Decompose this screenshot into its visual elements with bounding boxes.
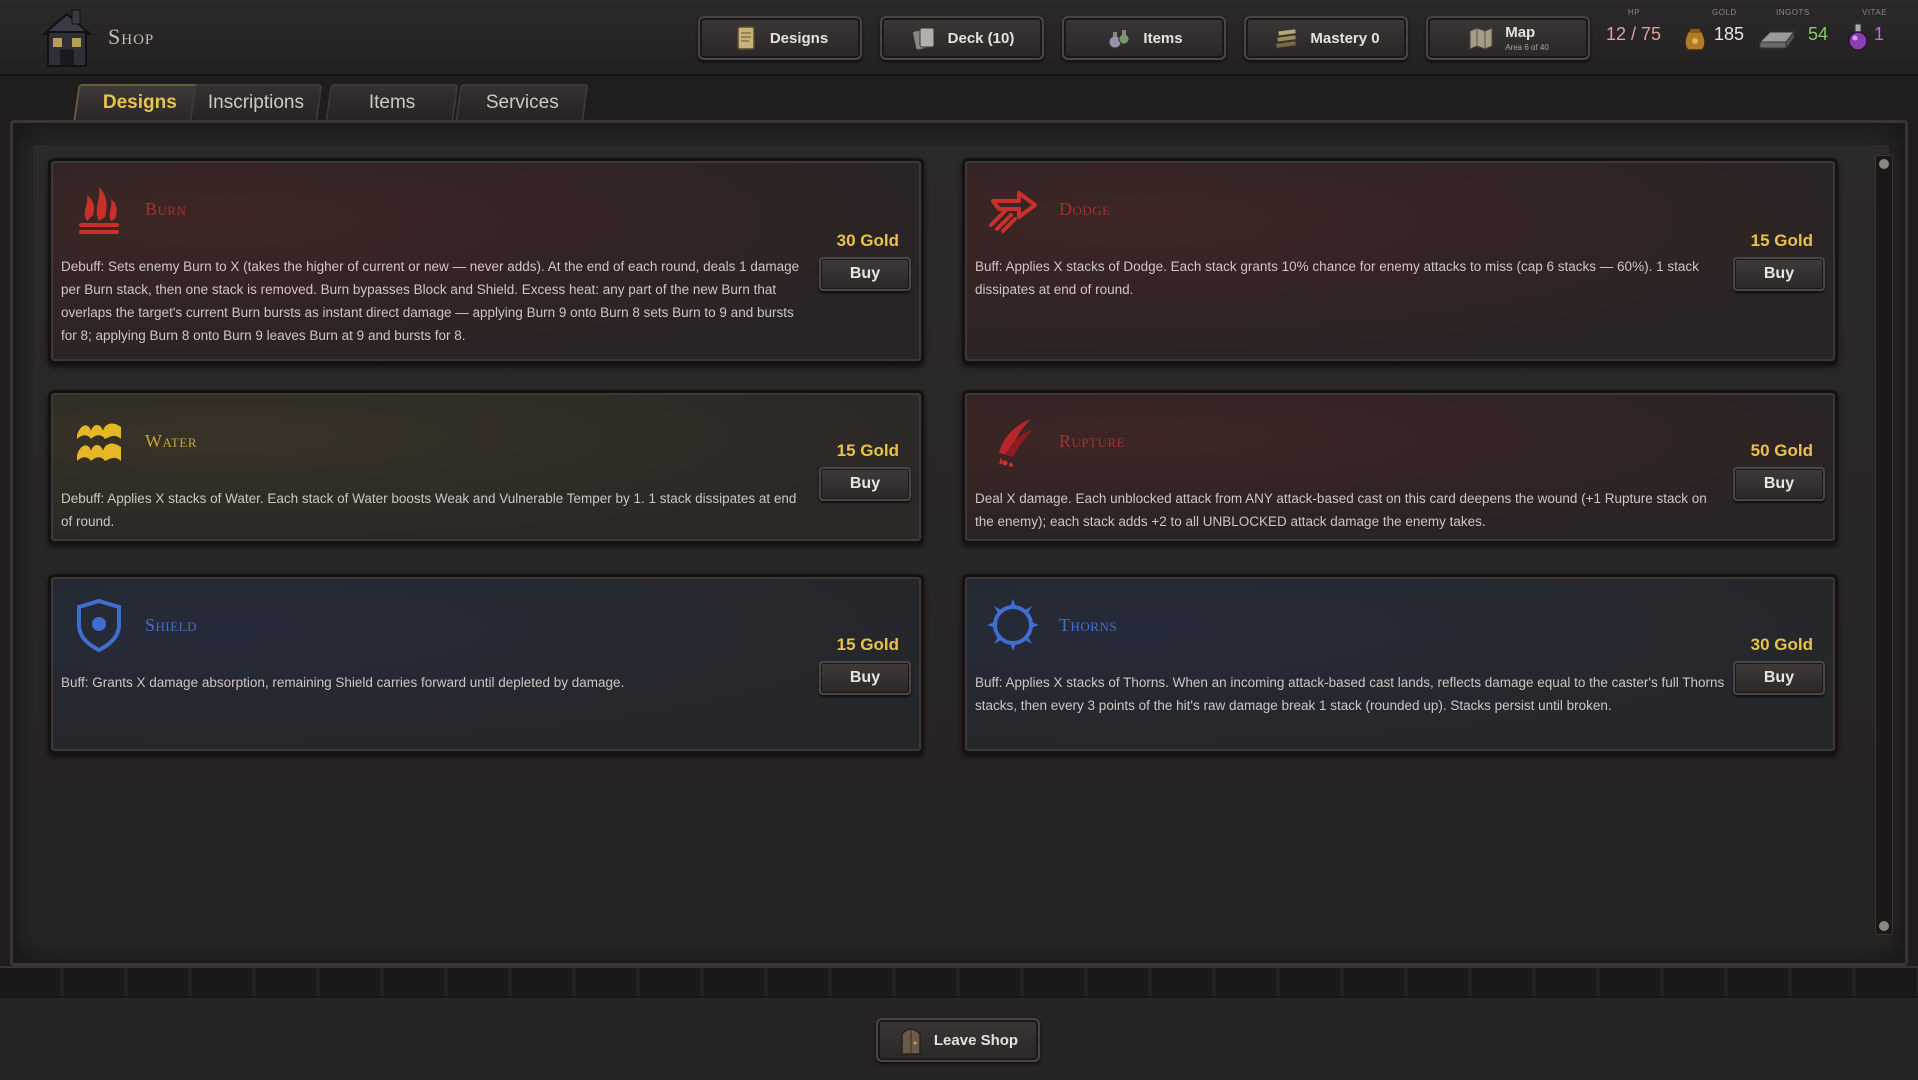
shield-price: 15 Gold xyxy=(836,635,899,654)
ingots-value: 54 xyxy=(1808,24,1829,44)
burn-description: Debuff: Sets enemy Burn to X (takes the … xyxy=(61,259,800,343)
items-nav-label: Items xyxy=(1143,29,1183,47)
vitae-label: VITAE xyxy=(1862,8,1888,17)
hp-value: 12 / 75 xyxy=(1606,24,1662,44)
thorns-description: Buff: Applies X stacks of Thorns. When a… xyxy=(975,675,1725,713)
design-card-burn: Burn Debuff: Sets enemy Burn to X (takes… xyxy=(48,158,924,364)
rupture-buy-button[interactable]: Buy xyxy=(1733,467,1825,501)
tab-designs-label: Designs xyxy=(102,92,177,113)
floor-divider xyxy=(0,966,1918,996)
design-card-rupture: Rupture Deal X damage. Each unblocked at… xyxy=(962,390,1838,544)
design-card-thorns: Thorns Buff: Applies X stacks of Thorns.… xyxy=(962,574,1838,754)
burn-price: 30 Gold xyxy=(836,231,899,250)
burn-title: Burn xyxy=(145,199,187,219)
map-icon xyxy=(1469,27,1493,50)
top-bar: Shop Designs Deck (10) Items Mastery 0 M… xyxy=(0,0,1918,76)
potions-icon xyxy=(1108,30,1130,49)
bleeding-claw-icon xyxy=(999,419,1033,467)
vitae-value: 1 xyxy=(1874,24,1885,44)
water-price: 15 Gold xyxy=(836,441,899,460)
scrollbar-top-knob[interactable] xyxy=(1879,159,1889,169)
leave-shop-label: Leave Shop xyxy=(933,1031,1019,1049)
dodge-buy-button[interactable]: Buy xyxy=(1733,257,1825,291)
page-title: Shop xyxy=(108,24,155,49)
tab-items[interactable]: Items xyxy=(325,84,459,120)
burn-buy-button[interactable]: Buy xyxy=(819,257,911,291)
ingots-label: INGOTS xyxy=(1776,8,1810,17)
dodge-price: 15 Gold xyxy=(1750,231,1813,250)
tab-inscriptions[interactable]: Inscriptions xyxy=(189,84,323,120)
waves-icon xyxy=(77,423,121,461)
thorns-title: Thorns xyxy=(1059,615,1118,635)
rupture-price: 50 Gold xyxy=(1750,441,1813,460)
items-nav-button[interactable]: Items xyxy=(1062,16,1226,60)
tab-services-label: Services xyxy=(485,92,559,113)
dodge-arrow-icon xyxy=(989,191,1037,233)
dodge-description: Buff: Applies X stacks of Dodge. Each st… xyxy=(975,259,1699,297)
map-nav-button[interactable]: Map Area 6 of 40 xyxy=(1426,16,1590,60)
map-nav-label: Map xyxy=(1505,23,1536,41)
deck-nav-button[interactable]: Deck (10) xyxy=(880,16,1044,60)
water-title: Water xyxy=(145,431,197,451)
dodge-title: Dodge xyxy=(1059,199,1111,219)
thorns-price: 30 Gold xyxy=(1750,635,1813,654)
thorns-buy-button[interactable]: Buy xyxy=(1733,661,1825,695)
leave-shop-button[interactable]: Leave Shop xyxy=(876,1018,1040,1062)
vitae-stat: VITAE 1 xyxy=(1844,0,1904,76)
shield-buy-button[interactable]: Buy xyxy=(819,661,911,695)
water-buy-button[interactable]: Buy xyxy=(819,467,911,501)
hp-label: HP xyxy=(1628,8,1641,17)
water-description: Debuff: Applies X stacks of Water. Each … xyxy=(61,491,797,529)
tab-inscriptions-label: Inscriptions xyxy=(207,92,304,113)
designs-nav-label: Designs xyxy=(769,29,829,47)
book-stack-icon xyxy=(1275,28,1298,49)
shop-house-icon xyxy=(41,9,93,67)
shield-icon xyxy=(77,598,121,653)
mastery-nav-button[interactable]: Mastery 0 xyxy=(1244,16,1408,60)
mastery-nav-label: Mastery 0 xyxy=(1310,29,1380,47)
hp-stat: HP 12 / 75 xyxy=(1604,0,1674,76)
deck-nav-label: Deck (10) xyxy=(947,29,1015,47)
scroll-icon xyxy=(737,26,755,50)
tab-designs[interactable]: Designs xyxy=(73,84,207,120)
thorn-ring-icon xyxy=(987,599,1039,651)
design-card-water: Water Debuff: Applies X stacks of Water.… xyxy=(48,390,924,544)
scrollbar[interactable] xyxy=(1875,155,1893,935)
rupture-title: Rupture xyxy=(1059,431,1126,451)
shield-description: Buff: Grants X damage absorption, remain… xyxy=(61,675,625,690)
vitae-potion-icon xyxy=(1848,23,1868,51)
rupture-description: Deal X damage. Each unblocked attack fro… xyxy=(975,491,1707,529)
gold-label: GOLD xyxy=(1712,8,1737,17)
gold-pouch-icon xyxy=(1684,28,1706,51)
flame-icon xyxy=(79,187,119,234)
scrollbar-bottom-knob[interactable] xyxy=(1879,921,1889,931)
design-card-dodge: Dodge Buff: Applies X stacks of Dodge. E… xyxy=(962,158,1838,364)
gold-value: 185 xyxy=(1714,24,1745,44)
map-area-progress: Area 6 of 40 xyxy=(1505,42,1549,52)
ingot-icon xyxy=(1758,30,1796,50)
shield-title: Shield xyxy=(145,615,197,635)
tab-items-label: Items xyxy=(368,92,416,113)
cards-icon xyxy=(911,27,935,51)
designs-nav-button[interactable]: Designs xyxy=(698,16,862,60)
design-card-shield: Shield Buff: Grants X damage absorption,… xyxy=(48,574,924,754)
tab-services[interactable]: Services xyxy=(455,84,589,120)
door-icon xyxy=(901,1028,921,1055)
gold-stat: GOLD 185 xyxy=(1678,0,1748,76)
ingots-stat: INGOTS 54 xyxy=(1756,0,1836,76)
